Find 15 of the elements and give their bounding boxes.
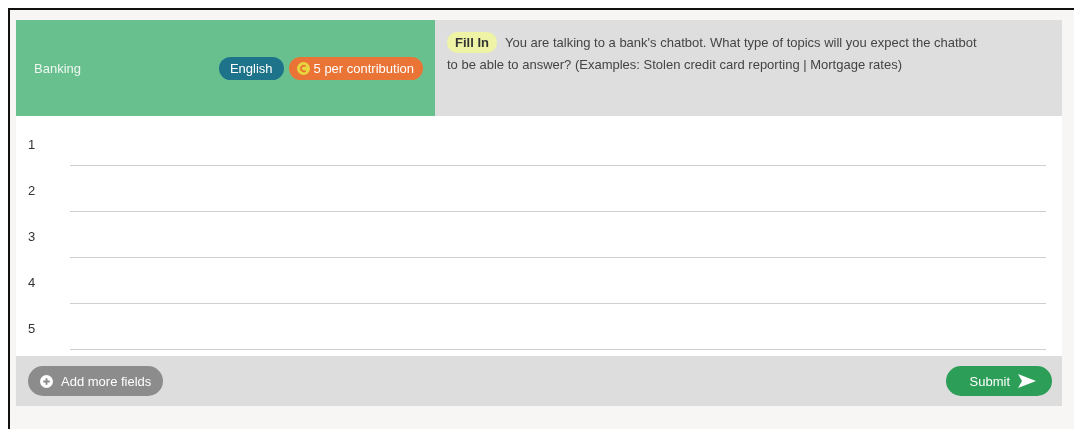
field-number: 3 — [28, 229, 37, 246]
send-icon — [1018, 374, 1036, 388]
field-number: 1 — [28, 137, 37, 154]
language-badge: English — [218, 56, 284, 80]
submit-button[interactable]: Submit — [945, 366, 1052, 396]
type-badge: Fill In — [447, 32, 497, 53]
plus-icon — [40, 374, 53, 388]
reward-badge: 5 per contribution — [288, 56, 423, 80]
field-number: 5 — [28, 321, 37, 338]
field-number: 4 — [28, 275, 37, 292]
prompt-text: Fill In You are talking to a bank's chatbot. What type of topics will you expect the chatbot to be able to answer? (Examples: Stolen credit card reporting | Mortgage rates) — [447, 32, 982, 76]
coin-icon — [296, 61, 310, 75]
add-fields-button[interactable]: Add more fields — [28, 366, 164, 396]
field-number: 2 — [28, 183, 37, 200]
category-label: Banking — [34, 60, 81, 76]
